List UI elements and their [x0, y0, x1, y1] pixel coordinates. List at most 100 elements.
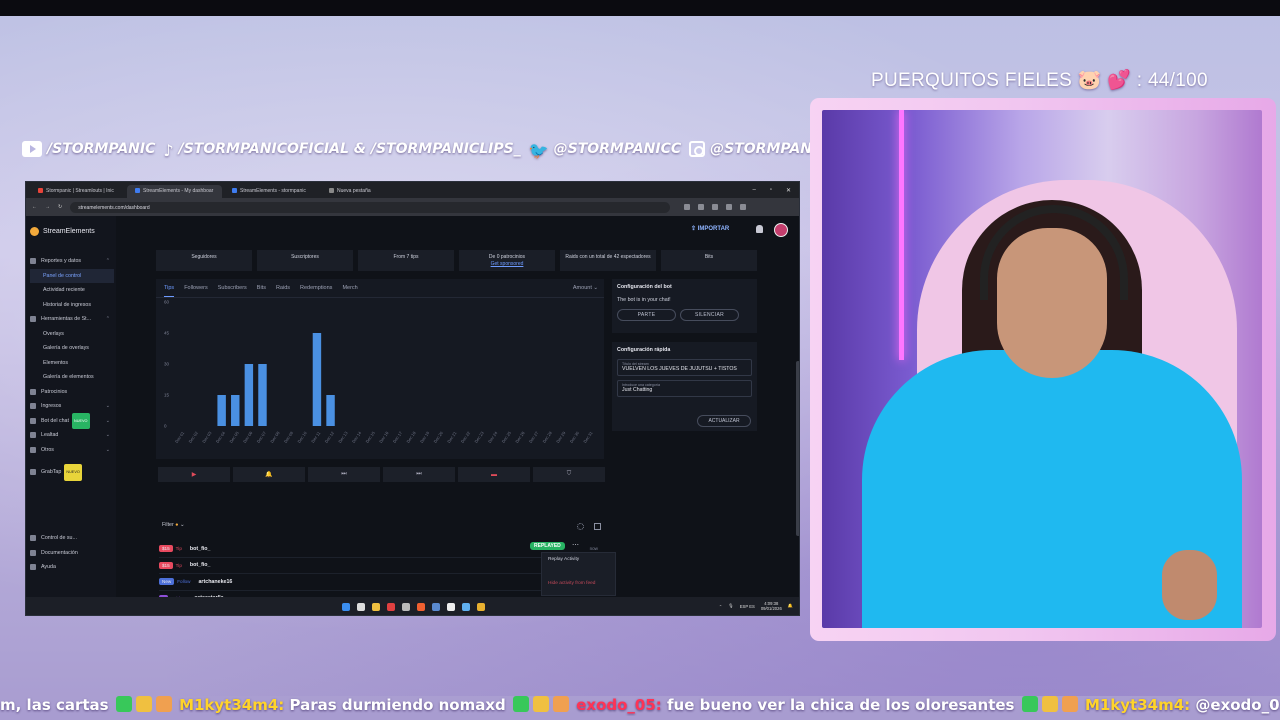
sidebar-item[interactable]: Lealtad ⌄ — [30, 428, 116, 443]
chart-bar[interactable] — [244, 364, 254, 426]
x-tick-label: Dec 18 — [405, 430, 417, 444]
sidebar-item[interactable]: GrabTap NUEVO — [30, 464, 116, 481]
social-handle: /STORMPANIC — [47, 141, 156, 157]
hide-activity-item[interactable]: Hide activity from feed — [548, 581, 609, 586]
chat-ticker: m, las cartas M1kyt34m4: Paras durmiendo… — [0, 696, 1280, 716]
clock[interactable]: 4:09:38 09/01/2026 — [761, 601, 782, 611]
sidebar-item[interactable]: Otros ⌄ — [30, 443, 116, 458]
quick-config-title: Configuración rápida — [617, 347, 671, 353]
app-icon[interactable] — [447, 603, 455, 611]
search-icon[interactable] — [357, 603, 365, 611]
chart-bar[interactable] — [326, 395, 335, 426]
steam-icon[interactable] — [432, 603, 440, 611]
get-sponsored-link[interactable]: Get sponsored — [459, 261, 555, 268]
app-icon[interactable] — [387, 603, 395, 611]
sidebar-item[interactable]: Galería de overlays — [30, 341, 116, 356]
stream-title-field[interactable]: Título del stream VUELVEN LOS JUEVES DE … — [617, 359, 752, 376]
chart-bar[interactable] — [217, 395, 226, 426]
chart-tab-merch[interactable]: Merch — [342, 285, 357, 297]
sidebar-item-icon — [30, 549, 36, 556]
sidebar-item-icon — [30, 316, 36, 323]
play-button[interactable]: ▶ — [158, 467, 230, 482]
follower-goal-text: PUERQUITOS FIELES 🐷 💕 : 44/100 — [871, 70, 1208, 91]
browser-tab[interactable]: Stormpanic | Streamlouts | Inic — [30, 185, 125, 198]
chart-tab-bits[interactable]: Bits — [257, 285, 266, 297]
feed-row[interactable]: New Follow artchaneke16 — [159, 574, 604, 591]
skip-end-button[interactable]: ⏭ — [383, 467, 455, 482]
sidebar-item[interactable]: Bot del chat NUEVO ⌄ — [30, 412, 116, 429]
chart-tab-raids[interactable]: Raids — [276, 285, 290, 297]
edge-icon[interactable] — [462, 603, 470, 611]
part-button[interactable]: PARTE — [617, 309, 676, 321]
forward-icon[interactable]: → — [45, 204, 50, 210]
sidebar-item[interactable]: Historial de ingresos — [30, 298, 116, 313]
sidebar-item[interactable]: Overlays — [30, 327, 116, 342]
sidebar-item[interactable]: Galería de elementos — [30, 370, 116, 385]
tray-chevron-icon[interactable]: ⌃ — [719, 604, 723, 609]
minimize-icon[interactable]: – — [752, 187, 755, 194]
chart-tab-subscribers[interactable]: Subscribers — [218, 285, 247, 297]
address-bar[interactable]: streamelements.com/dashboard — [70, 201, 671, 213]
replay-activity-item[interactable]: Replay Activity — [548, 557, 609, 562]
chart-tab-redemptions[interactable]: Redemptions — [300, 285, 332, 297]
maximize-icon[interactable]: ▫ — [770, 187, 772, 194]
extension-icon[interactable] — [712, 204, 719, 210]
windows-taskbar: ⌃ 🎙 ESP ES 4:09:38 09/01/2026 🔔 — [26, 597, 799, 615]
app-icon[interactable] — [402, 603, 410, 611]
scrollbar[interactable] — [796, 361, 799, 536]
x-tick-label: Dec 26 — [514, 430, 526, 444]
feed-row[interactable]: $15 Tip bot_fio_ — [159, 558, 604, 574]
sidebar-item-label: Overlays — [43, 330, 64, 337]
social-twitter: 🐦 @STORMPANICC — [529, 141, 681, 160]
windows-start-icon[interactable] — [342, 603, 350, 611]
bell-button[interactable]: 🔔 — [233, 467, 305, 482]
filter-dropdown[interactable]: Filter ● ⌄ — [162, 522, 184, 528]
browser-tab[interactable]: StreamElements - stormpanic — [224, 185, 319, 198]
mic-icon[interactable]: 🎙 — [728, 603, 733, 609]
brave-icon[interactable] — [417, 603, 425, 611]
sidebar-item[interactable]: Reportes y datos ⌃ — [30, 254, 116, 269]
external-link-icon[interactable] — [594, 523, 601, 530]
notification-bell-icon[interactable] — [756, 225, 763, 233]
chart-bar[interactable] — [258, 364, 267, 426]
more-options-icon[interactable]: ⋯ — [572, 541, 579, 549]
chart-bar[interactable] — [231, 395, 240, 426]
reload-icon[interactable]: ↻ — [58, 204, 62, 210]
browser-tab-active[interactable]: StreamElements - My dashboar — [127, 185, 222, 198]
chart-tab-tips[interactable]: Tips — [164, 285, 175, 297]
chart-tab-followers[interactable]: Followers — [184, 285, 208, 297]
category-field[interactable]: Introduce una categoría Just Chatting — [617, 380, 752, 397]
sidebar-bottom-item[interactable]: Ayuda — [30, 560, 78, 575]
amount-dropdown[interactable]: Amount ⌄ — [573, 285, 598, 291]
mute-button[interactable]: SILENCIAR — [680, 309, 739, 321]
stop-button[interactable]: ▬ — [458, 467, 530, 482]
chrome-icon[interactable] — [477, 603, 485, 611]
sidebar-item[interactable]: Actividad reciente — [30, 283, 116, 298]
browser-tab[interactable]: Nueva pestaña — [321, 185, 416, 198]
skip-button[interactable]: ⏭ — [308, 467, 380, 482]
notifications-icon[interactable]: 🔔 — [788, 603, 793, 609]
sidebar-bottom-item[interactable]: Control de su... — [30, 531, 78, 546]
gear-icon[interactable] — [577, 523, 584, 530]
extension-icon[interactable] — [726, 204, 733, 210]
shield-button[interactable]: ⛉ — [533, 467, 605, 482]
extension-icon[interactable] — [684, 204, 691, 210]
folder-icon[interactable] — [372, 603, 380, 611]
sidebar-bottom-item[interactable]: Documentación — [30, 546, 78, 561]
update-button[interactable]: ACTUALIZAR — [697, 415, 751, 427]
sidebar-item[interactable]: Panel de control — [30, 268, 114, 283]
language-indicator[interactable]: ESP ES — [740, 604, 755, 609]
extension-icon[interactable] — [740, 204, 747, 210]
avatar[interactable] — [774, 223, 788, 237]
import-button[interactable]: ⇪ IMPORTAR — [691, 225, 729, 232]
sidebar-item-label: Ayuda — [41, 564, 56, 570]
chart-bar[interactable] — [312, 333, 322, 426]
sidebar-item[interactable]: Elementos — [30, 356, 116, 371]
social-instagram: @STORMPANIC — [689, 141, 827, 157]
sidebar-item[interactable]: Ingresos ⌄ — [30, 399, 116, 414]
back-icon[interactable]: ← — [32, 204, 37, 210]
close-icon[interactable]: ✕ — [786, 187, 791, 194]
sidebar-item[interactable]: Patrocinios — [30, 385, 116, 400]
sidebar-item[interactable]: Herramientas de St... ⌃ — [30, 312, 116, 327]
extension-icon[interactable] — [698, 204, 705, 210]
